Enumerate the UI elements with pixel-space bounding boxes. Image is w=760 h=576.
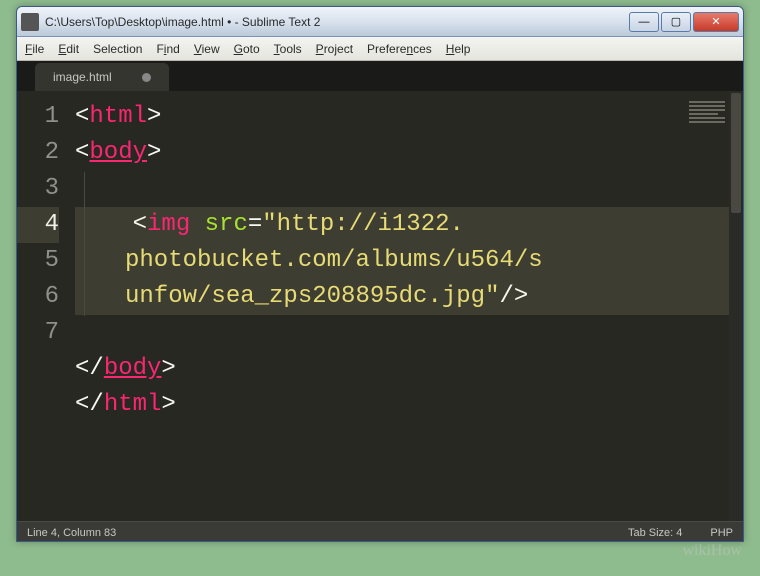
scrollbar-thumb[interactable] — [731, 93, 741, 213]
menu-selection[interactable]: Selection — [93, 42, 142, 56]
file-tab[interactable]: image.html — [35, 63, 169, 91]
menu-project[interactable]: Project — [316, 42, 353, 56]
menu-preferences[interactable]: Preferences — [367, 42, 432, 56]
tab-bar: image.html — [17, 61, 743, 91]
minimap[interactable] — [689, 101, 725, 123]
code-line: <html> — [75, 99, 743, 135]
menu-find[interactable]: Find — [156, 42, 179, 56]
menu-goto[interactable]: Goto — [234, 42, 260, 56]
menu-help[interactable]: Help — [446, 42, 471, 56]
code-line: <body> — [75, 135, 743, 171]
cursor-position[interactable]: Line 4, Column 83 — [27, 527, 116, 539]
dirty-indicator-icon — [142, 73, 151, 82]
indent-guide — [84, 172, 85, 316]
line-number: 1 — [17, 99, 59, 135]
menu-tools[interactable]: Tools — [274, 42, 302, 56]
watermark: wikiHow — [682, 542, 742, 560]
syntax-mode[interactable]: PHP — [710, 527, 733, 539]
code-line: </html> — [75, 387, 743, 423]
line-number: 2 — [17, 135, 59, 171]
app-icon — [21, 13, 39, 31]
code-line: <img src="http://i1322. — [75, 207, 743, 243]
code-line — [75, 171, 743, 207]
line-number: 6 — [17, 279, 59, 315]
tab-label: image.html — [53, 70, 112, 84]
code-line: unfow/sea_zps208895dc.jpg"/> — [75, 279, 743, 315]
window-title: C:\Users\Top\Desktop\image.html • - Subl… — [45, 15, 629, 29]
menu-file[interactable]: File — [25, 42, 44, 56]
line-number: 3 — [17, 171, 59, 207]
code-content[interactable]: <html> <body> <img src="http://i1322. ph… — [75, 91, 743, 521]
minimize-button[interactable]: — — [629, 12, 659, 32]
editor-area[interactable]: 1 2 3 4 5 6 7 <html> <body> <img src="ht… — [17, 91, 743, 521]
code-line: photobucket.com/albums/u564/s — [75, 243, 743, 279]
maximize-button[interactable]: ▢ — [661, 12, 691, 32]
title-bar[interactable]: C:\Users\Top\Desktop\image.html • - Subl… — [17, 7, 743, 37]
window-controls: — ▢ ✕ — [629, 12, 739, 32]
line-number: 7 — [17, 315, 59, 351]
menu-bar: File Edit Selection Find View Goto Tools… — [17, 37, 743, 61]
close-button[interactable]: ✕ — [693, 12, 739, 32]
code-line — [75, 315, 743, 351]
vertical-scrollbar[interactable] — [729, 91, 743, 521]
tab-size[interactable]: Tab Size: 4 — [628, 527, 682, 539]
menu-view[interactable]: View — [194, 42, 220, 56]
app-window: C:\Users\Top\Desktop\image.html • - Subl… — [16, 6, 744, 542]
code-line: </body> — [75, 351, 743, 387]
line-gutter: 1 2 3 4 5 6 7 — [17, 91, 75, 521]
line-number: 5 — [17, 243, 59, 279]
menu-edit[interactable]: Edit — [58, 42, 79, 56]
line-number: 4 — [17, 207, 59, 243]
status-bar: Line 4, Column 83 Tab Size: 4 PHP — [17, 521, 743, 542]
